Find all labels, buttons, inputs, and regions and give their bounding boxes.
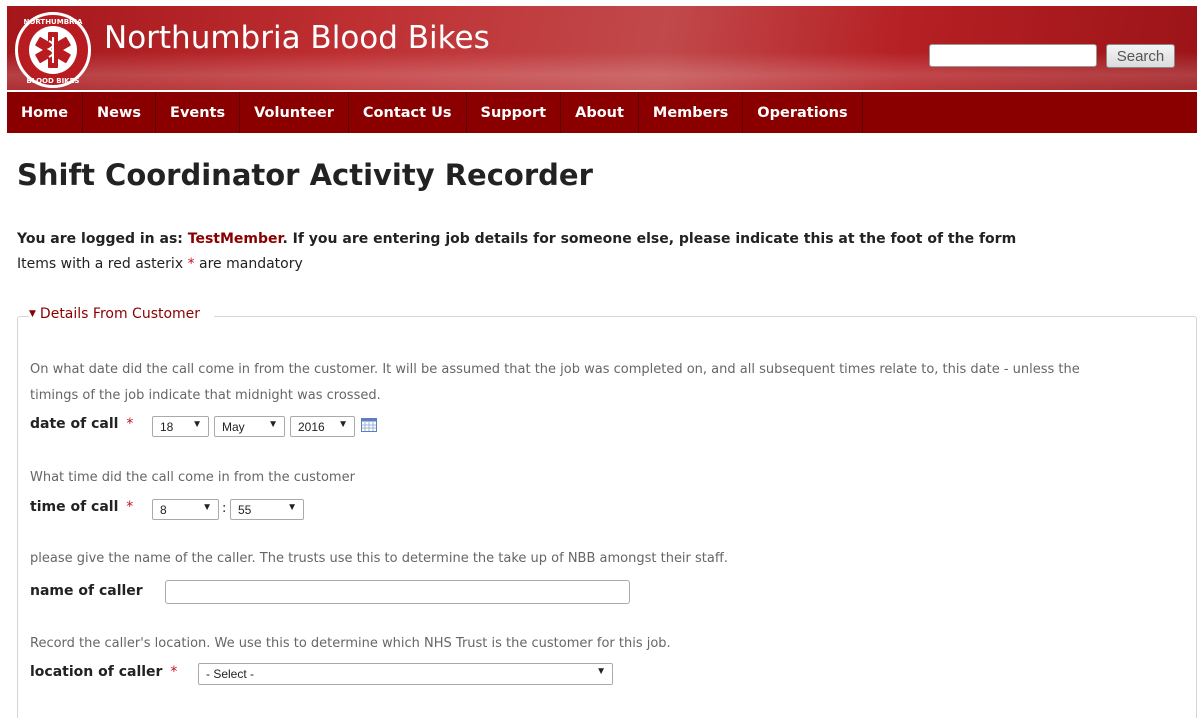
dropdown-arrow-icon: ▼	[287, 502, 297, 513]
calendar-icon[interactable]	[361, 418, 377, 432]
date-day-select[interactable]: 18 ▼	[152, 416, 209, 437]
date-help-line-2: timings of the job indicate that midnigh…	[30, 388, 381, 403]
time-hour-select[interactable]: 8 ▼	[152, 499, 219, 520]
nav-item-contact-us[interactable]: Contact Us	[349, 92, 467, 133]
main-nav: Home News Events Volunteer Contact Us Su…	[7, 92, 1197, 133]
dropdown-arrow-icon: ▼	[192, 419, 202, 430]
location-required-mark: *	[170, 664, 178, 680]
nav-item-events[interactable]: Events	[156, 92, 241, 133]
logo-text-top: NORTHUMBRIA	[24, 18, 83, 26]
time-required-mark: *	[126, 499, 134, 515]
search-button[interactable]: Search	[1106, 44, 1175, 68]
nav-item-about[interactable]: About	[561, 92, 639, 133]
nav-item-members[interactable]: Members	[639, 92, 744, 133]
login-suffix: . If you are entering job details for so…	[282, 231, 1017, 247]
date-month-select[interactable]: May ▼	[214, 416, 285, 437]
time-minute-select[interactable]: 55 ▼	[230, 499, 304, 520]
dropdown-arrow-icon: ▼	[202, 502, 212, 513]
logo-emblem-icon: NORTHUMBRIA BLOOD BIKES	[24, 18, 83, 85]
site-title[interactable]: Northumbria Blood Bikes	[104, 20, 490, 56]
nav-item-support[interactable]: Support	[467, 92, 562, 133]
location-label-text: location of caller	[30, 664, 163, 680]
location-help: Record the caller's location. We use thi…	[30, 636, 671, 651]
date-day-value: 18	[160, 419, 174, 434]
time-label-text: time of call	[30, 499, 119, 515]
date-of-call-label: date of call *	[30, 416, 133, 432]
mandatory-note: Items with a red asterix * are mandatory	[17, 256, 303, 272]
location-select[interactable]: - Select - ▼	[198, 663, 613, 685]
date-month-value: May	[222, 419, 245, 434]
page-title: Shift Coordinator Activity Recorder	[17, 158, 593, 192]
mandatory-prefix: Items with a red asterix	[17, 256, 188, 272]
username: TestMember	[187, 231, 283, 247]
date-required-mark: *	[126, 416, 134, 432]
caller-help: please give the name of the caller. The …	[30, 551, 728, 566]
location-value: - Select -	[206, 667, 255, 681]
login-prefix: You are logged in as:	[17, 231, 188, 247]
site-header: NORTHUMBRIA BLOOD BIKES Northumbria Bloo…	[7, 6, 1197, 90]
date-label-text: date of call	[30, 416, 119, 432]
date-help-line-1: On what date did the call come in from t…	[30, 362, 1080, 377]
nav-item-operations[interactable]: Operations	[743, 92, 863, 133]
nav-item-home[interactable]: Home	[7, 92, 84, 133]
time-hour-value: 8	[160, 502, 167, 517]
time-help: What time did the call come in from the …	[30, 470, 355, 485]
time-separator: :	[222, 501, 227, 516]
nav-item-volunteer[interactable]: Volunteer	[240, 92, 349, 133]
dropdown-arrow-icon: ▼	[338, 419, 348, 430]
site-logo[interactable]: NORTHUMBRIA BLOOD BIKES	[15, 12, 91, 88]
logo-text-bottom: BLOOD BIKES	[27, 77, 80, 85]
mandatory-suffix: are mandatory	[194, 256, 303, 272]
caller-name-input[interactable]	[165, 580, 630, 604]
date-year-select[interactable]: 2016 ▼	[290, 416, 355, 437]
time-of-call-label: time of call *	[30, 499, 133, 515]
caller-name-label: name of caller	[30, 583, 143, 599]
mandatory-asterisk: *	[187, 256, 195, 272]
search-input[interactable]	[929, 44, 1097, 67]
fieldset-legend-toggle[interactable]: ▼ Details From Customer	[29, 306, 215, 322]
date-year-value: 2016	[298, 419, 325, 434]
dropdown-arrow-icon: ▼	[268, 419, 278, 430]
caret-down-icon: ▼	[29, 309, 36, 319]
time-minute-value: 55	[238, 502, 252, 517]
login-status: You are logged in as: TestMember. If you…	[17, 231, 1016, 247]
nav-item-news[interactable]: News	[83, 92, 157, 133]
dropdown-arrow-icon: ▼	[596, 666, 606, 677]
fieldset-legend-label: Details From Customer	[39, 306, 201, 322]
location-label: location of caller *	[30, 664, 177, 680]
